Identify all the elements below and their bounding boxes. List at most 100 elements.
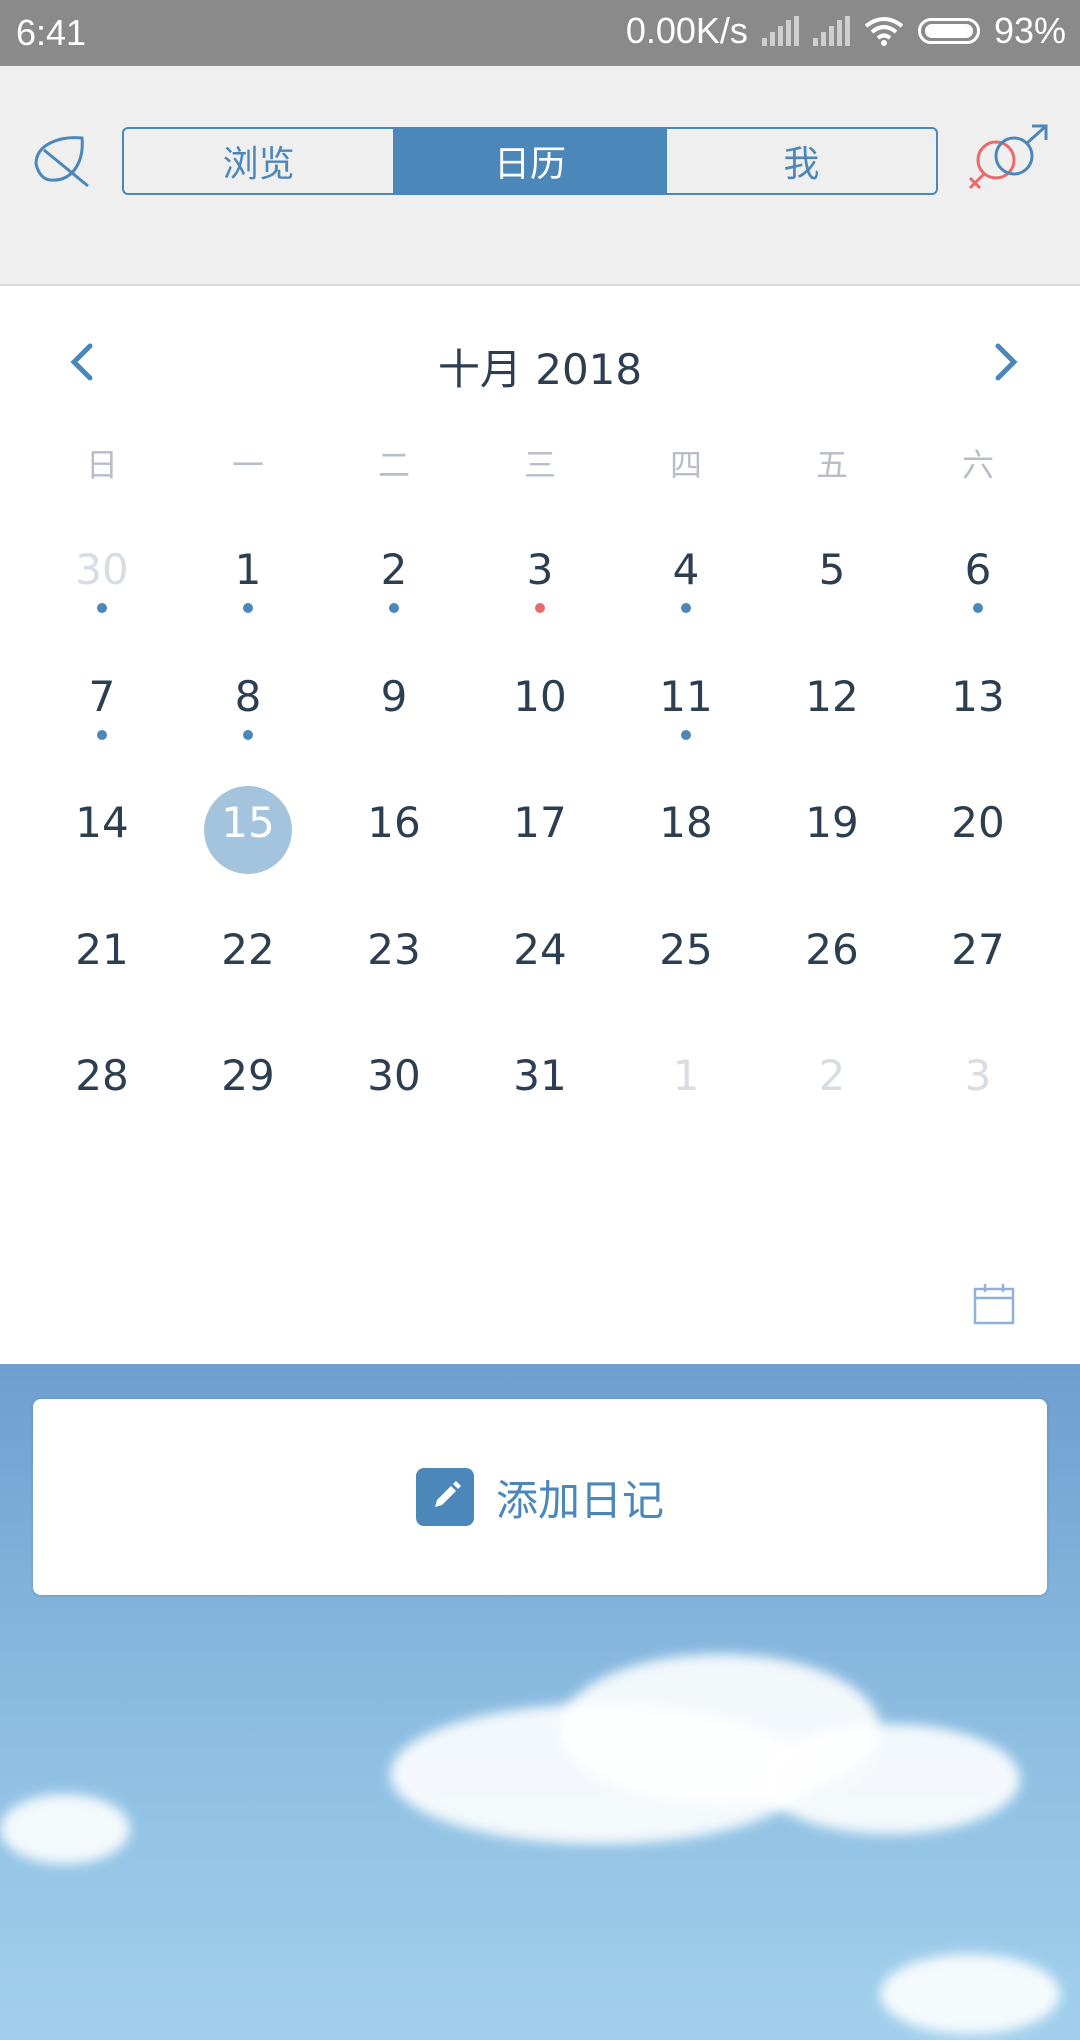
battery-level: 93% [993,10,1066,51]
tab-switcher: 浏览 日历 我 [122,127,938,195]
diary-marker-dot [243,729,253,740]
calendar-week-row: 28 29 30 31 1 2 3 [29,1014,1051,1141]
status-right: 0.00K/s 93% [626,10,1066,52]
day-number: 22 [221,924,275,974]
calendar-day[interactable]: 10 [467,635,613,762]
day-number: 2 [380,545,408,594]
leaf-icon[interactable] [30,130,94,194]
calendar-header: 十月 2018 [0,300,1080,424]
calendar-day[interactable]: 29 [175,1014,321,1141]
day-number: 24 [513,924,567,974]
diary-marker-dot [973,603,983,613]
calendar-week-row: 30 1 2 3 4 5 6 [29,508,1051,635]
calendar-grid: 30 1 2 3 4 5 6 7 8 9 10 11 12 13 14 15 16 17 18 19 20 21 22 23 2… [29,508,1051,1141]
day-number: 1 [234,545,262,594]
day-number: 18 [659,798,713,847]
weekday-label: 五 [815,446,848,484]
calendar-day[interactable]: 2 [321,508,467,635]
day-number: 29 [221,1051,275,1100]
day-number: 28 [75,1051,129,1100]
chevron-right-icon[interactable] [986,340,1026,384]
day-number: 19 [805,798,859,847]
calendar-day[interactable]: 22 [175,888,321,1015]
calendar-day[interactable]: 23 [321,888,467,1015]
calendar-day[interactable]: 18 [613,761,759,888]
calendar-day-selected[interactable]: 15 [175,761,321,888]
day-number: 1 [672,1051,700,1100]
day-number: 31 [513,1051,567,1100]
diary-marker-dot [389,603,399,613]
day-number: 9 [380,671,408,721]
calendar-day[interactable]: 6 [905,508,1051,635]
day-number: 30 [367,1051,421,1100]
diary-marker-dot [97,603,107,613]
calendar-icon[interactable] [972,1282,1016,1326]
calendar-day[interactable]: 1 [613,1014,759,1141]
calendar-day[interactable]: 3 [467,508,613,635]
day-number: 4 [672,545,700,594]
calendar-day[interactable]: 21 [29,888,175,1015]
calendar-day[interactable]: 30 [321,1014,467,1141]
battery-icon [917,18,980,44]
calendar-day[interactable]: 25 [613,888,759,1015]
diary-marker-dot [681,729,691,740]
signal-icon-2 [812,16,850,46]
calendar-day[interactable]: 8 [175,635,321,762]
day-number: 2 [818,1051,846,1100]
calendar-day[interactable]: 3 [905,1014,1051,1141]
signal-icon [761,16,799,46]
weekday-label: 日 [85,446,118,484]
calendar-day[interactable]: 27 [905,888,1051,1015]
calendar-day[interactable]: 31 [467,1014,613,1141]
gender-icon[interactable] [962,124,1052,204]
day-number: 11 [659,671,713,721]
day-number: 17 [513,798,567,847]
day-number: 6 [964,545,992,594]
status-bar: 6:41 0.00K/s 93% [0,0,1080,66]
calendar-day[interactable]: 7 [29,635,175,762]
calendar-day[interactable]: 2 [759,1014,905,1141]
calendar-day[interactable]: 13 [905,635,1051,762]
weekday-label: 一 [231,446,264,484]
diary-marker-dot [243,603,253,613]
tab-calendar[interactable]: 日历 [393,129,665,193]
day-number: 10 [513,671,567,721]
day-number: 25 [659,924,713,974]
day-number: 3 [526,545,554,594]
calendar-day[interactable]: 5 [759,508,905,635]
day-number: 13 [951,671,1005,721]
calendar-day[interactable]: 9 [321,635,467,762]
calendar-week-row: 7 8 9 10 11 12 13 [29,635,1051,762]
calendar-day[interactable]: 1 [175,508,321,635]
calendar-day[interactable]: 20 [905,761,1051,888]
calendar-day[interactable]: 16 [321,761,467,888]
top-app-bar: 浏览 日历 我 [0,66,1080,286]
tab-browse[interactable]: 浏览 [124,129,393,193]
pencil-icon [415,1468,474,1526]
calendar-day[interactable]: 17 [467,761,613,888]
day-number: 16 [367,798,421,847]
day-number: 5 [818,545,846,594]
day-number: 26 [805,924,859,974]
day-number: 12 [805,671,859,721]
diary-marker-dot [535,603,545,613]
add-diary-label: 添加日记 [495,1475,664,1525]
weekday-label: 三 [523,446,556,484]
calendar-week-row: 21 22 23 24 25 26 27 [29,888,1051,1015]
calendar-day[interactable]: 11 [613,635,759,762]
calendar-day[interactable]: 24 [467,888,613,1015]
calendar-day[interactable]: 19 [759,761,905,888]
add-diary-button[interactable]: 添加日记 [33,1399,1047,1595]
calendar-week-row: 14 15 16 17 18 19 20 [29,761,1051,888]
calendar-day[interactable]: 14 [29,761,175,888]
day-number: 21 [75,924,129,974]
day-number: 30 [75,545,129,594]
weekday-label: 六 [961,446,994,484]
day-number: 15 [221,798,275,847]
calendar-day[interactable]: 26 [759,888,905,1015]
tab-me[interactable]: 我 [664,129,936,193]
calendar-day[interactable]: 12 [759,635,905,762]
calendar-day[interactable]: 30 [29,508,175,635]
calendar-day[interactable]: 4 [613,508,759,635]
calendar-day[interactable]: 28 [29,1014,175,1141]
